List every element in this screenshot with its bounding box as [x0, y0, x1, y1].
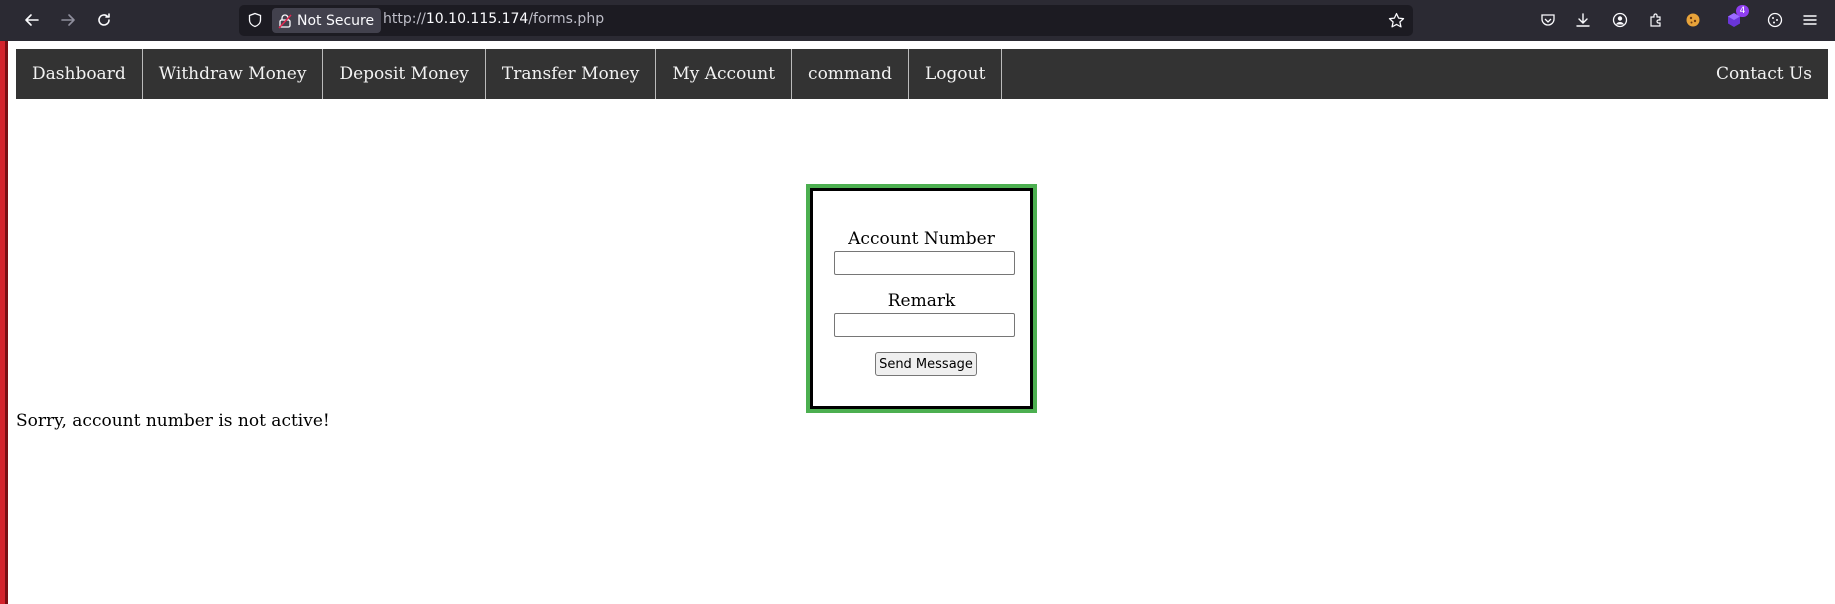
cookie-manager-icon[interactable] [1764, 9, 1786, 31]
top-navigation: Dashboard Withdraw Money Deposit Money T… [16, 49, 1828, 99]
insecure-lock-icon [278, 13, 292, 29]
remark-input[interactable] [834, 313, 1015, 337]
account-icon[interactable] [1609, 9, 1631, 31]
download-icon[interactable] [1572, 9, 1594, 31]
browser-toolbar: Not Secure http://10.10.115.174/forms.ph… [0, 0, 1835, 41]
nav-dashboard[interactable]: Dashboard [16, 49, 143, 99]
url-host: 10.10.115.174 [425, 11, 529, 27]
nav-withdraw-money[interactable]: Withdraw Money [143, 49, 324, 99]
url-path: /forms.php [528, 11, 605, 27]
reload-icon[interactable] [90, 6, 118, 34]
remark-label: Remark [887, 291, 956, 311]
security-indicator[interactable]: Not Secure [272, 8, 382, 33]
nav-logout[interactable]: Logout [909, 49, 1003, 99]
extension-badge: 4 [1736, 5, 1749, 17]
tracking-shield-icon[interactable] [247, 12, 263, 28]
back-arrow-icon[interactable] [18, 6, 46, 34]
nav-my-account[interactable]: My Account [656, 49, 793, 99]
nav-transfer-money[interactable]: Transfer Money [486, 49, 657, 99]
message-form: Account Number Remark Send Message [806, 184, 1037, 413]
account-number-label: Account Number [848, 229, 995, 249]
nav-contact-us[interactable]: Contact Us [1700, 49, 1828, 99]
nav-deposit-money[interactable]: Deposit Money [323, 49, 486, 99]
pocket-icon[interactable] [1537, 9, 1559, 31]
left-edge-strip-shadow [5, 41, 8, 604]
url-text[interactable]: http://10.10.115.174/forms.php [383, 11, 604, 27]
nav-command[interactable]: command [792, 49, 910, 99]
security-label: Not Secure [297, 12, 375, 29]
cookie-extension-icon[interactable] [1682, 9, 1704, 31]
account-number-input[interactable] [834, 251, 1015, 275]
url-prefix: http:// [383, 11, 426, 27]
extensions-icon[interactable] [1645, 9, 1667, 31]
forward-arrow-icon[interactable] [54, 6, 82, 34]
purple-extension-icon[interactable]: 4 [1723, 5, 1749, 31]
address-bar[interactable]: Not Secure http://10.10.115.174/forms.ph… [239, 5, 1413, 36]
form-inner-border: Account Number Remark Send Message [810, 188, 1033, 409]
bookmark-star-icon[interactable] [1388, 12, 1405, 29]
hamburger-menu-icon[interactable] [1799, 9, 1821, 31]
status-message: Sorry, account number is not active! [16, 411, 330, 431]
send-message-button[interactable]: Send Message [875, 352, 977, 376]
